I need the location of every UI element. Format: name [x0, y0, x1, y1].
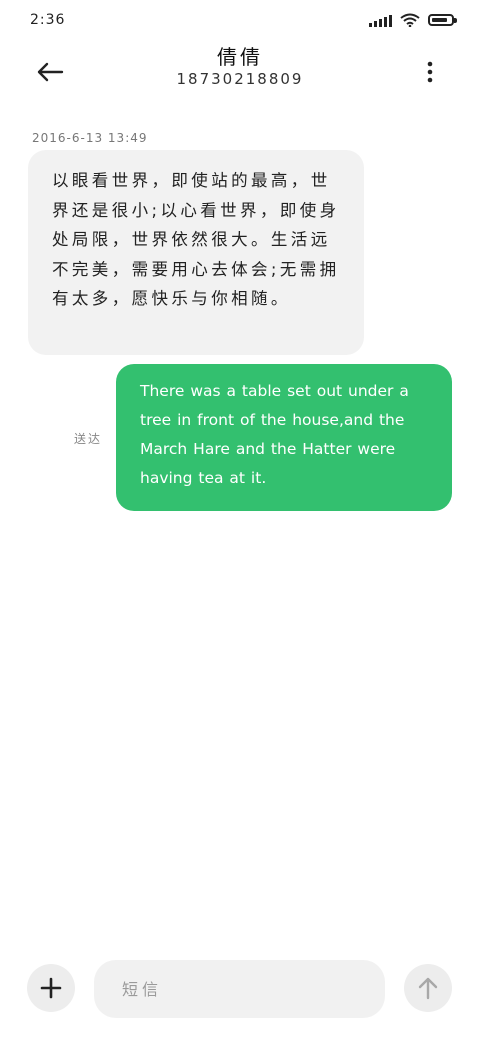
status-bar: 2:36 [0, 0, 480, 44]
add-attachment-button[interactable] [27, 964, 75, 1012]
battery-level [432, 18, 448, 22]
status-icons [369, 13, 457, 27]
message-timestamp: 2016-6-13 13:49 [32, 131, 148, 145]
plus-icon [40, 977, 62, 999]
contact-title: 倩倩 18730218809 [120, 44, 360, 88]
delivery-status: 送达 [74, 432, 103, 446]
contact-name: 倩倩 [217, 45, 263, 69]
battery-icon [428, 14, 457, 26]
arrow-left-icon [37, 62, 64, 82]
incoming-message-text: 以眼看世界，即使站的最高，世界还是很小;以心看世界，即使身处局限，世界依然很大。… [52, 171, 340, 308]
send-button[interactable] [404, 964, 452, 1012]
outgoing-message-bubble[interactable]: There was a table set out under a tree i… [116, 364, 452, 511]
more-vertical-icon [427, 61, 433, 83]
contact-number: 18730218809 [176, 70, 304, 88]
signal-icon [369, 13, 392, 27]
back-button[interactable] [30, 52, 70, 92]
incoming-message-bubble[interactable]: 以眼看世界，即使站的最高，世界还是很小;以心看世界，即使身处局限，世界依然很大。… [28, 150, 364, 355]
more-options-button[interactable] [410, 52, 450, 92]
outgoing-message-text: There was a table set out under a tree i… [140, 382, 409, 487]
wifi-icon [400, 13, 420, 27]
header: 倩倩 18730218809 [0, 44, 480, 100]
status-time: 2:36 [30, 12, 66, 28]
arrow-up-icon [418, 977, 438, 1000]
composer-bar [0, 958, 480, 1020]
message-input[interactable] [94, 960, 385, 1018]
